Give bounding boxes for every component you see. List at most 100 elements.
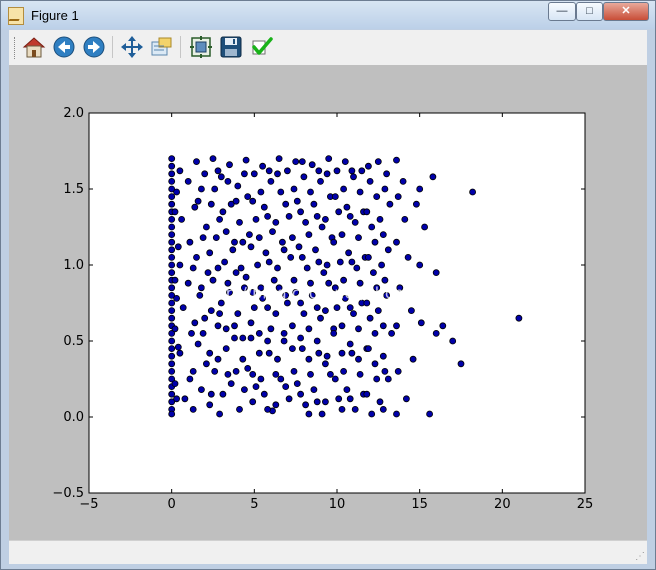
edit-button[interactable] xyxy=(249,34,275,60)
data-point xyxy=(429,173,437,181)
zoom-button[interactable] xyxy=(149,34,175,60)
subplots-button[interactable] xyxy=(188,34,214,60)
data-point xyxy=(333,304,341,312)
data-point xyxy=(197,386,205,394)
data-point xyxy=(300,173,308,181)
data-point xyxy=(364,253,372,261)
data-point xyxy=(340,367,348,375)
data-point xyxy=(399,178,407,185)
data-point xyxy=(174,243,182,251)
data-point xyxy=(381,185,389,193)
data-point xyxy=(257,375,265,383)
data-point xyxy=(252,215,260,223)
data-point xyxy=(176,167,184,175)
data-point xyxy=(292,158,300,165)
data-point xyxy=(272,370,280,378)
data-point xyxy=(394,193,402,201)
data-point xyxy=(305,325,313,333)
data-point xyxy=(168,284,176,292)
data-point xyxy=(351,218,359,226)
data-point xyxy=(194,340,202,348)
y-tick-label: 1.5 xyxy=(63,182,84,197)
data-point xyxy=(402,395,410,403)
title-bar[interactable]: Figure 1 — □ ✕ xyxy=(1,1,655,29)
data-point xyxy=(379,231,387,239)
data-point xyxy=(364,162,372,170)
data-point xyxy=(340,276,348,284)
home-icon xyxy=(22,37,46,58)
data-point xyxy=(371,329,379,337)
data-point xyxy=(371,238,379,246)
data-point xyxy=(378,261,386,269)
data-point xyxy=(189,367,197,375)
data-point xyxy=(236,405,243,413)
data-point xyxy=(239,355,247,363)
data-point xyxy=(257,188,265,196)
data-point xyxy=(393,238,400,246)
data-point xyxy=(323,261,331,269)
data-point xyxy=(197,185,205,193)
data-point xyxy=(384,375,392,383)
back-arrow-icon xyxy=(53,36,75,58)
figure-canvas[interactable]: −5 0 5 10 15 20 25 −0.5 0.0 0.5 1.0 1.5 2.0 http://bl… xyxy=(9,65,647,540)
data-point xyxy=(250,304,258,312)
data-point xyxy=(231,322,238,330)
data-point xyxy=(216,215,224,223)
data-point xyxy=(193,158,200,165)
data-point xyxy=(358,167,366,175)
data-point xyxy=(211,367,219,375)
back-button[interactable] xyxy=(51,34,77,60)
data-point xyxy=(350,310,357,318)
data-point xyxy=(229,246,237,254)
data-point xyxy=(242,156,250,164)
resize-grip-icon[interactable]: ⋰ xyxy=(635,551,645,562)
data-point xyxy=(366,178,374,185)
checkmark-icon xyxy=(252,37,273,55)
window-title: Figure 1 xyxy=(31,8,79,23)
save-button[interactable] xyxy=(218,34,244,60)
data-point xyxy=(355,325,362,333)
data-point xyxy=(340,185,348,193)
data-point xyxy=(356,188,364,196)
data-point xyxy=(224,370,232,378)
data-point xyxy=(369,269,377,277)
data-point xyxy=(181,395,189,403)
data-point xyxy=(232,367,240,375)
data-point xyxy=(247,319,255,327)
data-point xyxy=(323,352,331,360)
data-point xyxy=(412,200,420,208)
data-point xyxy=(313,398,321,406)
data-point xyxy=(307,188,314,196)
data-point xyxy=(326,370,334,378)
data-point xyxy=(394,367,402,375)
x-tick-label: 15 xyxy=(411,497,428,512)
data-point xyxy=(302,401,310,409)
data-point xyxy=(346,304,354,312)
data-point xyxy=(168,269,176,277)
data-point xyxy=(168,178,176,185)
data-point xyxy=(207,390,215,398)
data-point xyxy=(321,360,329,368)
data-point xyxy=(214,264,222,272)
maximize-button[interactable]: □ xyxy=(576,2,603,21)
data-point xyxy=(236,218,243,226)
close-button[interactable]: ✕ xyxy=(603,2,649,21)
data-point xyxy=(168,253,176,261)
pan-button[interactable] xyxy=(119,34,145,60)
data-point xyxy=(469,188,477,196)
data-point xyxy=(374,158,382,165)
scatter-chart[interactable]: −5 0 5 10 15 20 25−0.50.00.51.01.52.0http://bl… xyxy=(9,65,647,540)
forward-arrow-icon xyxy=(83,36,105,58)
data-point xyxy=(173,188,181,196)
minimize-button[interactable]: — xyxy=(548,2,576,21)
toolbar-grip[interactable] xyxy=(14,37,17,59)
home-button[interactable] xyxy=(21,34,47,60)
data-point xyxy=(321,398,329,406)
data-point xyxy=(409,355,417,363)
data-point xyxy=(168,215,176,223)
data-point xyxy=(371,360,379,368)
data-point xyxy=(323,170,331,178)
forward-button[interactable] xyxy=(81,34,107,60)
data-point xyxy=(368,410,376,418)
data-point xyxy=(176,349,184,357)
